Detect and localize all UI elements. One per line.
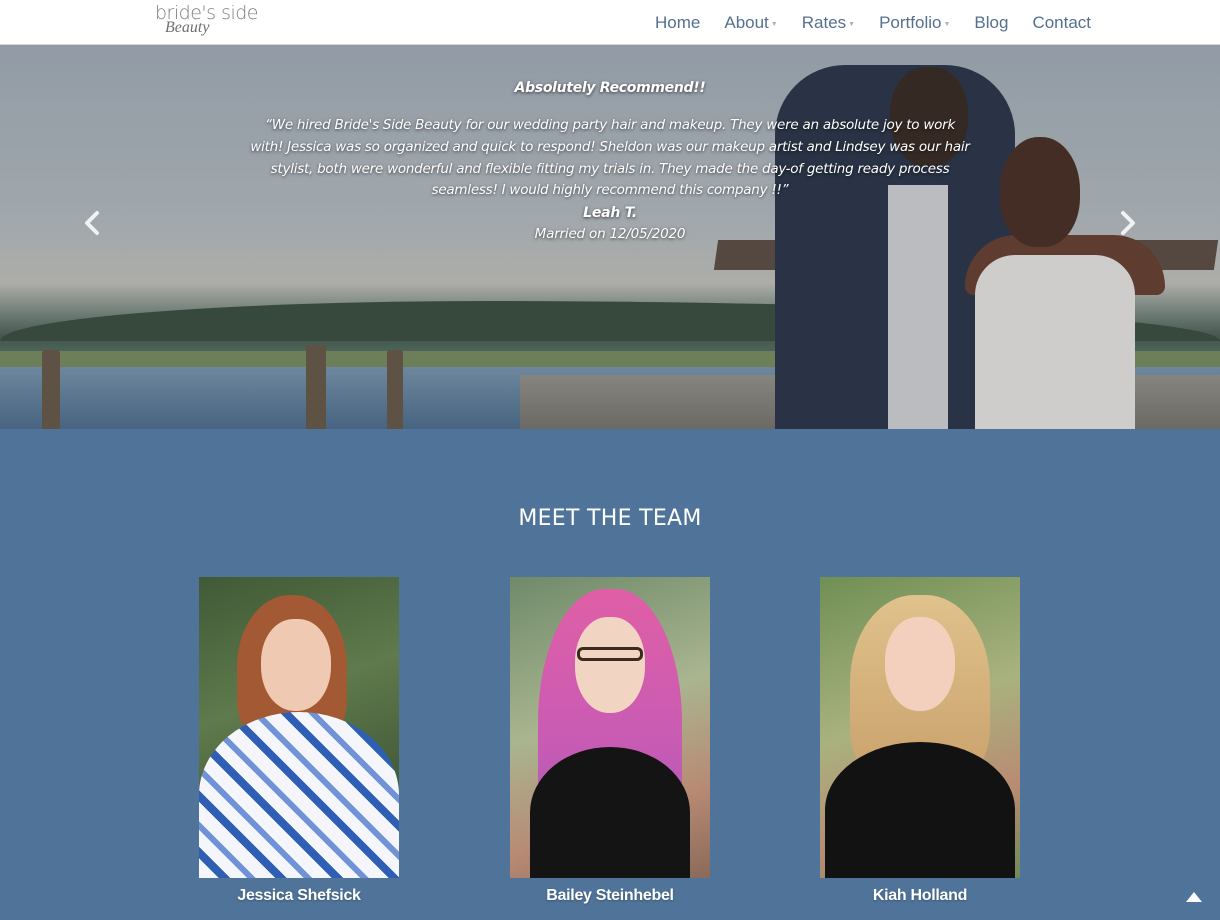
main-nav: Home About ▼ Rates ▼ Portfolio ▼ Blog Co… [655,10,1091,35]
testimonial: Absolutely Recommend!! “We hired Bride's… [240,80,980,244]
site-logo[interactable]: bride's side Beauty [155,2,265,42]
nav-item-label: Blog [974,12,1009,32]
team-member-name[interactable]: Kiah Holland [820,887,1020,905]
carousel-next-button[interactable] [1114,205,1142,241]
chevron-right-icon [1121,211,1135,235]
nav-item-label: About [724,12,769,32]
nav-item-label: Contact [1032,12,1092,32]
nav-item-label: Rates [801,12,847,32]
nav-item-home[interactable]: Home [655,10,700,35]
caret-up-icon [1186,892,1202,902]
site-header: bride's side Beauty Home About ▼ Rates ▼… [0,0,1220,45]
caret-down-icon: ▼ [943,20,951,28]
testimonial-title: Absolutely Recommend!! [514,80,706,96]
nav-item-contact[interactable]: Contact [1032,10,1091,35]
nav-item-blog[interactable]: Blog [974,10,1008,35]
team-member-card[interactable]: Jessica Shefsick [199,577,399,905]
carousel-prev-button[interactable] [78,205,106,241]
quote-line: with! Jessica was so organized and quick… [250,138,970,155]
quote-line: “We hired Bride's Side Beauty for our we… [264,117,956,133]
team-member-photo[interactable] [199,577,399,878]
team-member-photo[interactable] [820,577,1020,878]
nav-item-label: Portfolio [879,12,942,32]
team-member-name[interactable]: Jessica Shefsick [199,887,399,905]
nav-item-portfolio[interactable]: Portfolio ▼ [879,10,950,35]
testimonial-author: Leah T. [583,205,637,222]
team-member-photo[interactable] [510,577,710,878]
glasses-shape [577,647,643,661]
team-member-card[interactable]: Kiah Holland [820,577,1020,905]
quote-line: seamless! I would highly recommend this … [431,182,789,199]
caret-down-icon: ▼ [848,20,856,28]
team-heading: MEET THE TEAM [518,506,702,531]
nav-item-about[interactable]: About ▼ [724,10,777,35]
testimonial-quote: “We hired Bride's Side Beauty for our we… [240,115,980,202]
team-member-name[interactable]: Bailey Steinhebel [510,887,710,905]
logo-line2: Beauty [165,19,210,36]
testimonial-carousel: Absolutely Recommend!! “We hired Bride's… [0,45,1220,429]
team-member-card[interactable]: Bailey Steinhebel [510,577,710,905]
quote-line: stylist, both were wonderful and flexibl… [270,160,950,177]
nav-item-rates[interactable]: Rates ▼ [802,10,855,35]
chevron-left-icon [85,211,99,235]
scroll-to-top-button[interactable] [1185,890,1203,904]
caret-down-icon: ▼ [770,20,778,28]
nav-item-label: Home [655,12,701,32]
testimonial-date: Married on 12/05/2020 [534,226,686,243]
